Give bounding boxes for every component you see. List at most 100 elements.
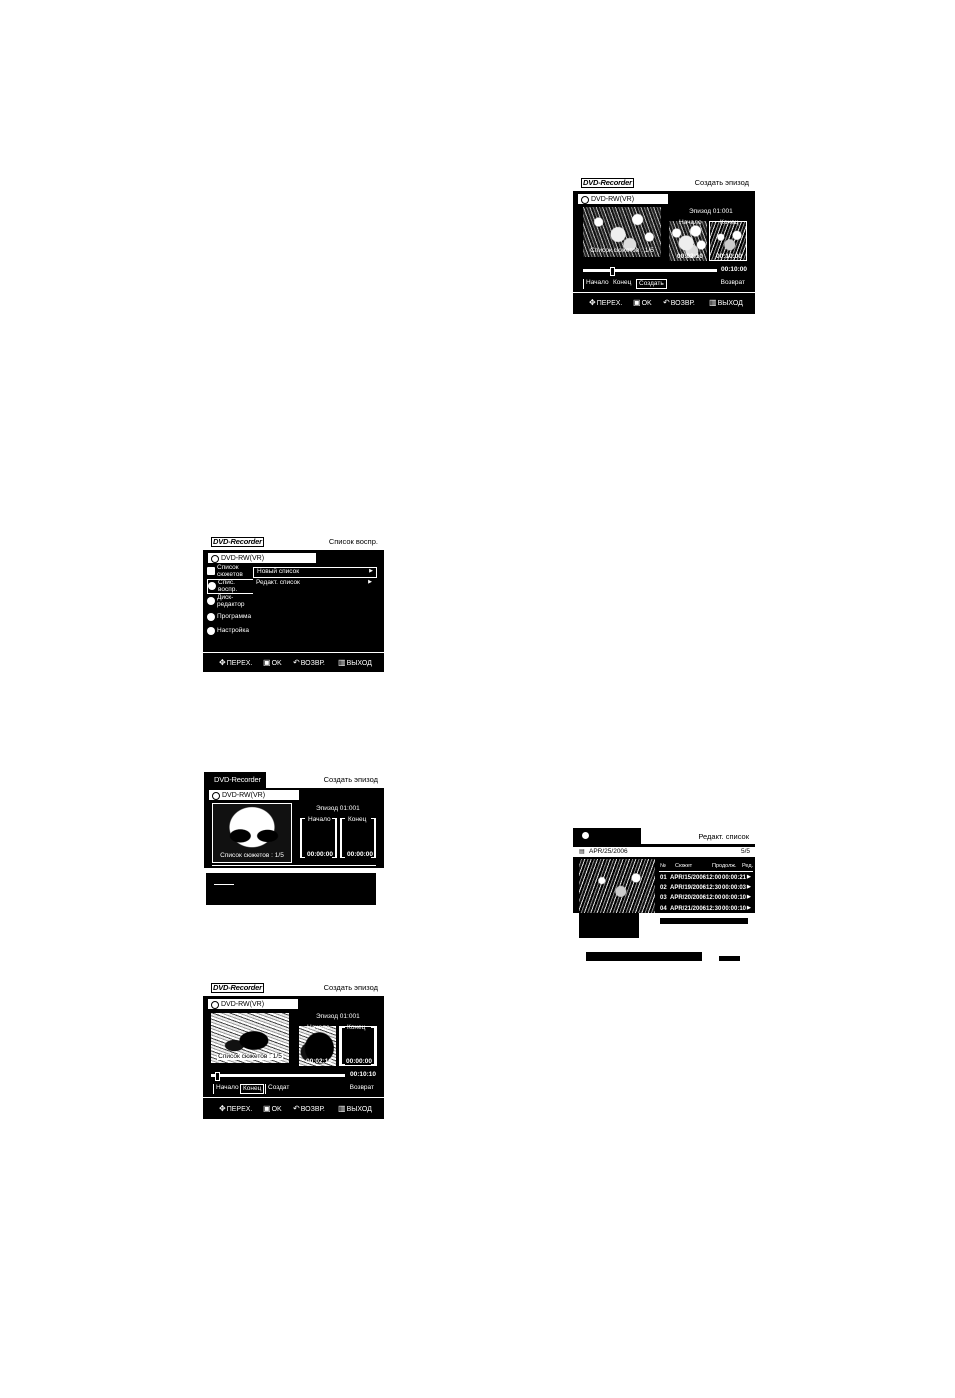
create-button[interactable]: Создат [265,1084,291,1094]
end-label: Конец [348,816,367,823]
submenu-edit-playlist[interactable]: Редакт. список ▶ [253,579,375,588]
footer-divider [203,652,384,653]
start-label: Начало [308,816,331,823]
col-edit: Ред. [742,863,754,869]
disc-icon [211,554,219,563]
play-icon: ▶ [747,905,751,911]
end-time: 00:00:00 [346,1058,373,1065]
col-title: Сюжет [675,863,693,869]
drive-label: DVD-RW(VR) [591,196,635,203]
episode-label: Эпизод 01:001 [316,805,360,812]
screen-title: Список воспр. [328,537,378,546]
submenu-new-playlist[interactable]: Новый список ▶ [253,567,377,578]
exit-icon: ▥ [338,1104,346,1113]
return-button[interactable]: Возврат [348,1084,376,1094]
footer-exit: ▥ВЫХОД [338,658,372,668]
disc-icon [581,195,589,204]
table-row[interactable]: 02 APR/19/2006 12:30 00:00:03 ▶ [659,883,753,893]
table-row[interactable]: 01 APR/15/2006 12:00 00:00:21 ▶ [659,873,753,883]
footer-back: ↶ВОЗВР. [293,1104,325,1114]
black-bar [719,956,740,961]
drive-bar: DVD-RW(VR) [208,553,316,563]
end-label: Конец [720,219,739,226]
slider-handle[interactable] [609,267,615,276]
screen-title: Создать эпизод [694,178,749,187]
start-button[interactable]: Начало [213,1084,241,1094]
footer-exit: ▥ВЫХОД [709,298,743,308]
timeline-slider[interactable] [583,267,717,276]
arrows-icon: ✥ [589,298,596,307]
disc-editor-icon [207,597,215,605]
menu-item-title-list[interactable]: Список сюжетов [207,564,253,578]
disc-icon [211,1000,219,1009]
black-bar [660,918,748,924]
drive-label: DVD-RW(VR) [221,1001,265,1008]
footer-divider [203,1097,384,1098]
create-scene-screen-start: DVD-Recorder Создать эпизод DVD-RW(VR) С… [204,772,384,868]
title-thumbnail[interactable]: Список сюжетов : 1/5 [212,803,292,863]
table-row[interactable]: 03 APR/20/2006 12:00 00:00:10 ▶ [659,893,753,903]
menu-item-disc-editor[interactable]: Диск-редактор [207,594,253,608]
end-button[interactable]: Конец [240,1084,265,1094]
ok-icon: ▣ [263,1104,271,1113]
episode-label: Эпизод 01:001 [316,1013,360,1020]
screen-title: Создать эпизод [266,772,384,788]
total-time: 00:10:10 [350,1071,377,1078]
start-label: Начало [307,1024,330,1031]
footer-back: ↶ВОЗВР. [663,298,695,308]
menu-item-setup[interactable]: Настройка [207,625,253,638]
start-time: 00:02:10 [306,1058,333,1065]
play-icon: ▶ [747,874,751,880]
footer-move: ✥ПЕРЕХ. [219,1104,253,1114]
playlist-icon: ▤ [579,849,585,855]
title-list-icon [207,567,215,575]
disc-icon [582,832,589,839]
playlist-date: APR/25/2006 [589,848,628,855]
brand-label: DVD-Recorder [211,537,264,547]
screen-title: Создать эпизод [323,983,378,992]
header-line [659,871,753,872]
drive-label: DVD-RW(VR) [222,792,266,799]
end-time: 00:00:00 [347,851,374,858]
end-time: 00:10:00 [716,253,743,260]
return-icon: ↶ [663,298,670,307]
table-row[interactable]: 04 APR/21/2006 12:30 00:00:10 ▶ [659,904,753,913]
page-indicator: 5/5 [740,848,750,855]
footer-move: ✥ПЕРЕХ. [589,298,623,308]
create-button[interactable]: Создать [636,279,667,289]
end-button[interactable]: Конец [611,279,633,289]
brand-label: DVD-Recorder [212,775,263,785]
start-button[interactable]: Начало [583,279,611,289]
start-label: Начало [679,219,702,226]
end-label: Конец [347,1024,366,1031]
menu-item-playlist[interactable]: Спис. воспр. [207,579,254,594]
title-list-caption: Список сюжетов : 1/5 [217,1052,283,1060]
total-time: 00:10:00 [721,266,748,273]
title-bar: DVD-Recorder Создать эпизод [204,772,384,788]
program-icon [207,613,215,621]
create-scene-screen-final: DVD-Recorder Создать эпизод DVD-RW(VR) С… [573,175,755,314]
timeline-line [212,865,376,866]
footer-back: ↶ВОЗВР. [293,658,325,668]
drive-bar: DVD-RW(VR) [578,194,668,204]
screen-title: Редакт. список [641,828,755,844]
edit-playlist-screen: Редакт. список ▤ APR/25/2006 5/5 № Сюжет… [573,828,755,913]
col-duration: Продолж. [712,863,737,869]
exit-icon: ▥ [709,298,717,307]
title-list-caption: Список сюжетов : 1/5 [590,246,654,254]
menu-item-program[interactable]: Программа [207,611,253,624]
slider-handle[interactable] [215,1072,221,1081]
title-thumbnail: Список сюжетов : 1/5 [583,207,661,257]
arrow-right-icon: ▶ [369,568,373,574]
footer-ok: ▣OK [263,658,282,668]
return-button[interactable]: Возврат [719,279,747,289]
footer-ok: ▣OK [633,298,652,308]
title-bar: DVD-Recorder Создать эпизод [203,980,384,996]
return-icon: ↶ [293,1104,300,1113]
timeline-slider[interactable] [211,1072,345,1081]
black-panel [206,873,376,905]
create-scene-screen-middle: DVD-Recorder Создать эпизод DVD-RW(VR) С… [203,980,384,1119]
arrow-right-icon: ▶ [368,579,372,585]
footer-divider [573,292,755,293]
title-thumbnail: Список сюжетов : 1/5 [211,1013,289,1063]
